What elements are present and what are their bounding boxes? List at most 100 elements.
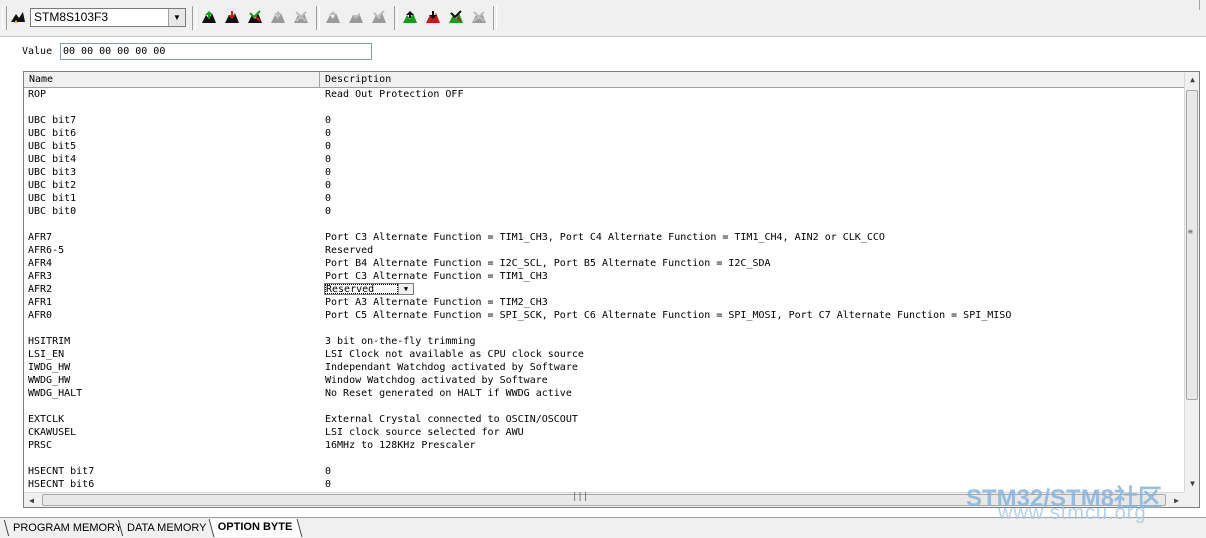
row-name: WWDG_HW [28,375,71,386]
row-description: LSI clock source selected for AWU [325,427,524,438]
toolbar-separator [394,6,398,30]
row-description: 0 [325,193,332,204]
column-header-description[interactable]: Description [320,72,1184,87]
row-description: Port B4 Alternate Function = I2C_SCL, Po… [325,258,771,269]
row-name: UBC bit2 [28,180,77,191]
table-row[interactable]: WWDG_HALT No Reset generated on HALT if W… [24,387,1184,400]
grid-header: Name Description [24,72,1184,88]
read-icon[interactable] [200,9,218,27]
row-description: Port A3 Alternate Function = TIM2_CH3 [325,297,548,308]
vertical-scrollbar[interactable]: ▲ ≡ ▼ [1184,72,1199,492]
table-row[interactable]: AFR7 Port C3 Alternate Function = TIM1_CH… [24,231,1184,244]
table-row[interactable]: HSITRIM 3 bit on-the-fly trimming [24,335,1184,348]
tab-label: PROGRAM MEMORY [13,522,123,534]
value-field[interactable]: 00 00 00 00 00 00 [60,43,372,60]
table-row[interactable]: HSECNT bit7 0 [24,465,1184,478]
table-row[interactable] [24,101,1184,114]
window-edge [1199,0,1202,10]
verify-icon[interactable] [246,9,264,27]
row-description: 0 [325,167,332,178]
watermark: STM32/STM8社区 www.stmcu.org [966,478,1206,528]
row-name: UBC bit5 [28,141,77,152]
toolbar-separator [316,6,320,30]
row-name: UBC bit0 [28,206,77,217]
table-row[interactable]: UBC bit6 0 [24,127,1184,140]
tab-option-byte[interactable]: OPTION BYTE [208,519,302,537]
row-description: 0 [325,466,332,477]
toolbar-grip[interactable] [2,6,7,30]
row-description: 0 [325,180,332,191]
chip-select-icon[interactable] [9,9,27,27]
table-row[interactable]: UBC bit7 0 [24,114,1184,127]
row-name: AFR6-5 [28,245,65,256]
table-row[interactable]: AFR6-5 Reserved [24,244,1184,257]
scroll-up-icon[interactable]: ▲ [1185,72,1199,87]
tab-program-memory[interactable]: PROGRAM MEMORY [3,520,132,536]
table-row[interactable]: PRSC 16MHz to 128KHz Prescaler [24,439,1184,452]
table-row[interactable] [24,452,1184,465]
table-row[interactable]: AFR3 Port C3 Alternate Function = TIM1_CH… [24,270,1184,283]
row-description: Port C3 Alternate Function = TIM1_CH3 [325,271,548,282]
toolbar-separator [192,6,196,30]
device-select-value: STM8S103F3 [34,10,109,24]
watermark-url: www.stmcu.org [998,502,1147,524]
table-row[interactable]: UBC bit5 0 [24,140,1184,153]
row-name: UBC bit4 [28,154,77,165]
table-row[interactable] [24,400,1184,413]
table-row[interactable]: UBC bit1 0 [24,192,1184,205]
table-row[interactable]: UBC bit4 0 [24,153,1184,166]
table-row[interactable]: AFR4 Port B4 Alternate Function = I2C_SCL… [24,257,1184,270]
device-select[interactable]: STM8S103F3 ▼ [30,8,186,27]
program-option-icon[interactable] [424,9,442,27]
row-description: 0 [325,479,332,490]
row-description: 0 [325,115,332,126]
read-option-icon[interactable] [401,9,419,27]
program-icon[interactable] [223,9,241,27]
row-value-dropdown[interactable]: Reserved ▼ [324,283,414,295]
row-name: EXTCLK [28,414,65,425]
table-row[interactable]: AFR0 Port C5 Alternate Function = SPI_SCK… [24,309,1184,322]
table-row[interactable]: EXTCLK External Crystal connected to OSCI… [24,413,1184,426]
table-row[interactable]: LSI_EN LSI Clock not available as CPU clo… [24,348,1184,361]
row-name: UBC bit1 [28,193,77,204]
verify-all-disabled-icon [370,9,388,27]
table-row[interactable] [24,322,1184,335]
table-row[interactable]: AFR1 Port A3 Alternate Function = TIM2_CH… [24,296,1184,309]
table-row[interactable] [24,218,1184,231]
column-header-name[interactable]: Name [24,72,320,87]
table-row[interactable]: ROP Read Out Protection OFF [24,88,1184,101]
row-name: IWDG_HW [28,362,71,373]
vertical-scroll-thumb[interactable] [1186,90,1198,400]
row-description: Reserved [325,245,374,256]
row-name: AFR7 [28,232,53,243]
table-row[interactable]: IWDG_HW Independant Watchdog activated by… [24,361,1184,374]
row-description: Independant Watchdog activated by Softwa… [325,362,578,373]
program-all-disabled-icon [347,9,365,27]
row-name: HSECNT bit7 [28,466,95,477]
scroll-left-icon[interactable]: ◀ [24,493,39,507]
table-row[interactable]: UBC bit3 0 [24,166,1184,179]
erase-option-disabled-icon [470,9,488,27]
table-row[interactable]: UBC bit2 0 [24,179,1184,192]
compare-disabled-icon [269,9,287,27]
tab-data-memory[interactable]: DATA MEMORY [117,520,216,536]
row-name: PRSC [28,440,53,451]
row-name: AFR2 [28,283,53,296]
toolbar-separator [493,6,497,30]
row-name: LSI_EN [28,349,65,360]
value-label: Value [22,46,53,57]
table-row[interactable]: UBC bit0 0 [24,205,1184,218]
row-name: WWDG_HALT [28,388,83,399]
row-name: HSECNT bit6 [28,479,95,490]
chevron-down-icon[interactable]: ▼ [168,9,185,26]
row-description: Port C3 Alternate Function = TIM1_CH3, P… [325,232,885,243]
row-description: 3 bit on-the-fly trimming [325,336,476,347]
table-row[interactable]: CKAWUSEL LSI clock source selected for AW… [24,426,1184,439]
verify-option-icon[interactable] [447,9,465,27]
row-name: CKAWUSEL [28,427,77,438]
row-description: Port C5 Alternate Function = SPI_SCK, Po… [325,310,1012,321]
row-description: 16MHz to 128KHz Prescaler [325,440,476,451]
table-row[interactable]: WWDG_HW Window Watchdog activated by Soft… [24,374,1184,387]
table-row[interactable]: AFR2 Reserved ▼ [24,283,1184,296]
chevron-down-icon[interactable]: ▼ [398,284,413,294]
